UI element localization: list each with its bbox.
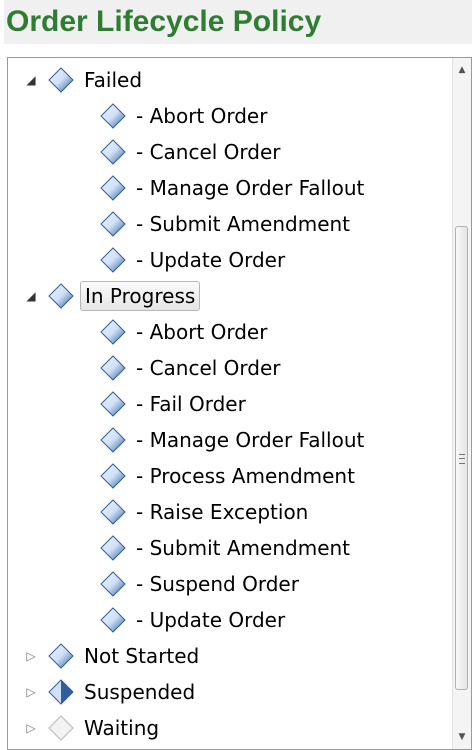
- collapsed-arrow-icon[interactable]: ▷: [22, 683, 40, 701]
- diamond-blue-icon: [100, 103, 126, 129]
- tree-node[interactable]: ◢ Failed: [8, 62, 448, 98]
- diamond-blue-icon: [100, 499, 126, 525]
- expanded-arrow-icon[interactable]: ◢: [22, 71, 40, 89]
- scroll-up-arrow-icon[interactable]: ▲: [453, 60, 471, 80]
- tree-child-label: - Manage Order Fallout: [136, 176, 365, 200]
- vertical-scrollbar[interactable]: ▲ ▼: [452, 58, 471, 749]
- diamond-half-blue-icon: [48, 679, 74, 705]
- tree-child-label: - Manage Order Fallout: [136, 428, 365, 452]
- tree-child-node[interactable]: - Cancel Order: [8, 134, 448, 170]
- scroll-thumb[interactable]: [455, 226, 468, 690]
- tree-view[interactable]: ◢ Failed - Abort Order - Cancel Order - Mana…: [7, 57, 472, 750]
- diamond-blue-icon: [100, 211, 126, 237]
- diamond-blue-icon: [100, 391, 126, 417]
- tree-child-label: - Cancel Order: [136, 140, 281, 164]
- tree-child-node[interactable]: - Suspend Order: [8, 566, 448, 602]
- grip-icon: [459, 454, 465, 464]
- tree-child-node[interactable]: - Abort Order: [8, 98, 448, 134]
- tree-node-label: Suspended: [84, 680, 196, 704]
- expanded-arrow-icon[interactable]: ◢: [22, 287, 40, 305]
- tree-node-label: Waiting: [84, 716, 160, 740]
- tree-node[interactable]: ◢ In Progress: [8, 278, 448, 314]
- tree-child-label: - Update Order: [136, 248, 286, 272]
- tree-node-label: Failed: [84, 68, 143, 92]
- tree-child-node[interactable]: - Raise Exception: [8, 494, 448, 530]
- diamond-gray-icon: [48, 715, 74, 741]
- page-title: Order Lifecycle Policy: [4, 0, 472, 44]
- tree-child-label: - Cancel Order: [136, 356, 281, 380]
- tree-node[interactable]: ▷ Not Started: [8, 638, 448, 674]
- tree-child-node[interactable]: - Process Amendment: [8, 458, 448, 494]
- diamond-blue-icon: [100, 463, 126, 489]
- tree-child-label: - Abort Order: [136, 320, 268, 344]
- diamond-blue-icon: [48, 283, 74, 309]
- tree-node-label: In Progress: [80, 281, 201, 311]
- tree-child-label: - Raise Exception: [136, 500, 309, 524]
- tree-node[interactable]: ▷ Suspended: [8, 674, 448, 710]
- scroll-down-arrow-icon[interactable]: ▼: [453, 727, 471, 747]
- tree-child-node[interactable]: - Manage Order Fallout: [8, 170, 448, 206]
- diamond-blue-icon: [100, 319, 126, 345]
- tree-node[interactable]: ▷ Waiting: [8, 710, 448, 746]
- tree-child-node[interactable]: - Submit Amendment: [8, 206, 448, 242]
- tree-child-node[interactable]: - Fail Order: [8, 386, 448, 422]
- tree-child-node[interactable]: - Manage Order Fallout: [8, 422, 448, 458]
- tree-child-label: - Fail Order: [136, 392, 246, 416]
- diamond-blue-icon: [100, 607, 126, 633]
- tree-child-label: - Suspend Order: [136, 572, 299, 596]
- diamond-blue-icon: [100, 535, 126, 561]
- tree-child-node[interactable]: - Submit Amendment: [8, 530, 448, 566]
- diamond-blue-icon: [48, 67, 74, 93]
- diamond-blue-icon: [100, 571, 126, 597]
- diamond-blue-icon: [100, 139, 126, 165]
- tree-child-label: - Submit Amendment: [136, 536, 351, 560]
- diamond-blue-icon: [100, 175, 126, 201]
- tree-node-label: Not Started: [84, 644, 200, 668]
- tree-list: ◢ Failed - Abort Order - Cancel Order - Mana…: [8, 62, 448, 746]
- tree-child-label: - Submit Amendment: [136, 212, 351, 236]
- tree-child-label: - Process Amendment: [136, 464, 355, 488]
- diamond-blue-icon: [48, 643, 74, 669]
- tree-child-node[interactable]: - Abort Order: [8, 314, 448, 350]
- diamond-blue-icon: [100, 355, 126, 381]
- tree-child-node[interactable]: - Update Order: [8, 602, 448, 638]
- collapsed-arrow-icon[interactable]: ▷: [22, 647, 40, 665]
- tree-child-label: - Abort Order: [136, 104, 268, 128]
- tree-child-node[interactable]: - Update Order: [8, 242, 448, 278]
- diamond-blue-icon: [100, 427, 126, 453]
- collapsed-arrow-icon[interactable]: ▷: [22, 719, 40, 737]
- tree-child-label: - Update Order: [136, 608, 286, 632]
- tree-child-node[interactable]: - Cancel Order: [8, 350, 448, 386]
- diamond-blue-icon: [100, 247, 126, 273]
